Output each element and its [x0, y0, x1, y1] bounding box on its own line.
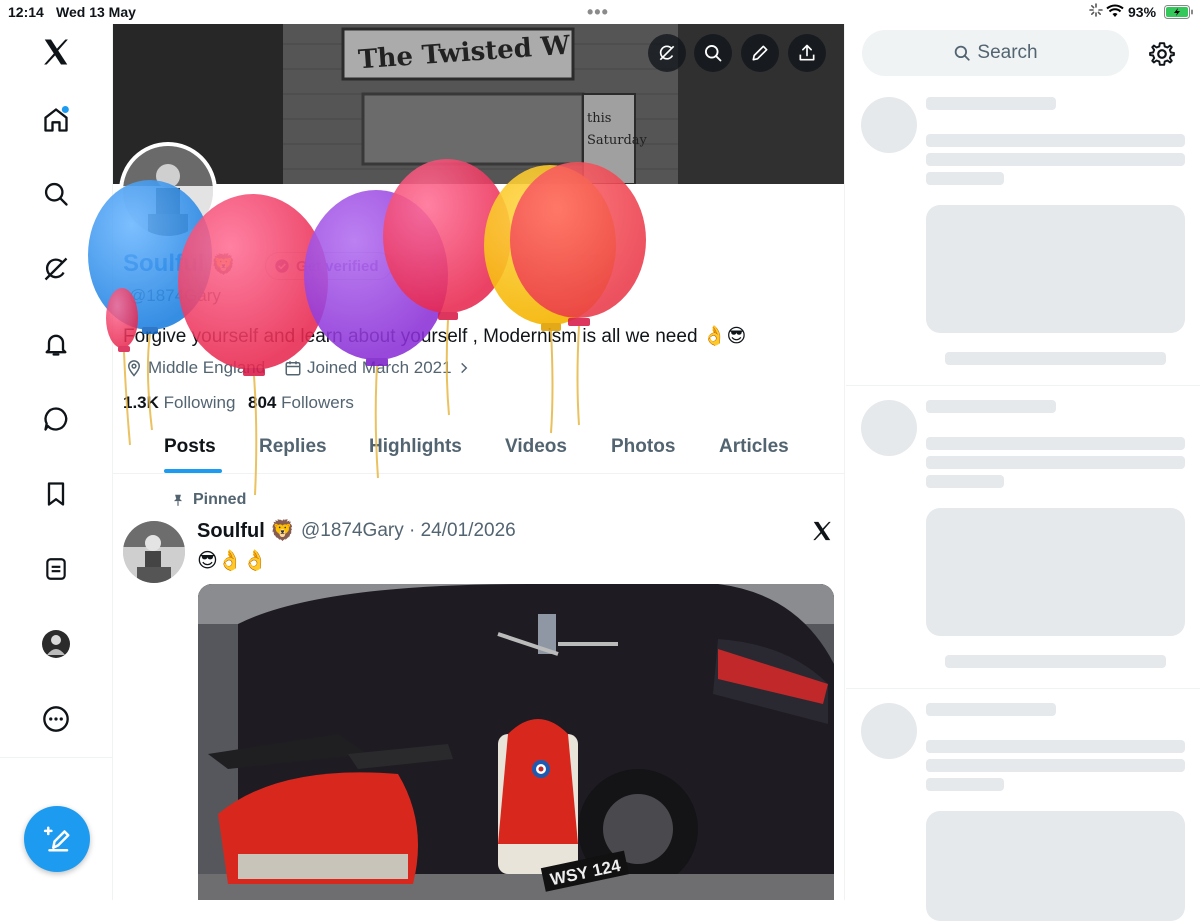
x-logo-icon[interactable]	[36, 32, 76, 72]
post-photo[interactable]: WSY 124	[198, 584, 834, 900]
skeleton-line	[926, 400, 1056, 413]
skeleton-avatar	[861, 400, 917, 456]
followers-label: Followers	[281, 393, 354, 412]
settings-gear-icon[interactable]	[1146, 38, 1178, 70]
skeleton-line	[926, 437, 1185, 450]
left-nav	[0, 24, 113, 900]
lists-icon[interactable]	[36, 549, 76, 589]
search-placeholder: Search	[977, 42, 1038, 63]
profile-avatar-large[interactable]	[119, 142, 217, 240]
tab-replies[interactable]: Replies	[259, 436, 327, 458]
skeleton-line	[926, 134, 1185, 147]
joined-text: Joined March 2021	[307, 358, 452, 377]
multitask-dots-icon[interactable]: •••	[587, 2, 609, 23]
skeleton-line	[926, 456, 1185, 469]
post-author-avatar[interactable]	[123, 521, 185, 583]
skeleton-line	[926, 703, 1056, 716]
skeleton-line	[926, 740, 1185, 753]
share-button[interactable]	[788, 34, 826, 72]
post-author-name[interactable]: Soulful 🦁	[197, 518, 295, 543]
location-text: Middle England	[148, 358, 266, 377]
more-icon[interactable]	[36, 699, 76, 739]
tab-photos[interactable]: Photos	[611, 436, 675, 458]
following-count: 1.3K	[123, 393, 159, 412]
status-date: Wed 13 May	[56, 4, 136, 20]
notifications-icon[interactable]	[36, 324, 76, 364]
profile-tabs: Posts Replies Highlights Videos Photos A…	[113, 424, 844, 474]
skeleton-media	[926, 811, 1185, 921]
profile-handle: @1874Gary	[129, 286, 221, 305]
grok-icon[interactable]	[36, 249, 76, 289]
skeleton-line	[945, 352, 1166, 365]
skeleton-divider	[846, 385, 1200, 386]
skeleton-avatar	[861, 97, 917, 153]
banner-board-text: this Saturday	[587, 111, 647, 148]
verified-badge-icon	[275, 259, 289, 273]
lion-emoji: 🦁	[211, 254, 236, 276]
right-sidebar: Search	[846, 24, 1200, 921]
active-tab-indicator	[164, 469, 222, 473]
search-icon[interactable]	[36, 174, 76, 214]
status-bar: 12:14 Wed 13 May ••• 93%	[0, 0, 1200, 24]
skeleton-line	[926, 759, 1185, 772]
tab-articles[interactable]: Articles	[719, 436, 789, 458]
post-x-logo-icon	[811, 520, 833, 547]
profile-banner: The Twisted W this Saturday	[113, 24, 844, 184]
skeleton-media	[926, 205, 1185, 333]
profile-bio: Forgive yourself and learn about yoursel…	[123, 326, 747, 347]
battery-icon	[1164, 5, 1194, 22]
skeleton-divider	[846, 688, 1200, 689]
compose-button[interactable]	[24, 806, 90, 872]
edit-button[interactable]	[741, 34, 779, 72]
home-icon[interactable]	[36, 100, 76, 140]
skeleton-line	[926, 172, 1004, 185]
wifi-icon	[1106, 4, 1124, 21]
post-meta: @1874Gary · 24/01/2026	[301, 520, 516, 541]
location-pin-icon	[127, 360, 141, 377]
search-bar[interactable]: Search	[862, 30, 1129, 76]
bookmarks-icon[interactable]	[36, 474, 76, 514]
following-label: Following	[163, 393, 236, 412]
calendar-icon	[285, 361, 301, 376]
skeleton-line	[926, 97, 1056, 110]
followers-link[interactable]: 804 Followers	[248, 393, 354, 413]
pinned-label: Pinned	[171, 491, 246, 509]
profile-avatar[interactable]	[36, 624, 76, 664]
search-icon	[955, 45, 971, 61]
messages-icon[interactable]	[36, 399, 76, 439]
skeleton-media	[926, 508, 1185, 636]
followers-count: 804	[248, 393, 277, 412]
chevron-right-icon	[460, 362, 467, 374]
profile-name-text: Soulful	[123, 250, 205, 277]
grok-banner-button[interactable]	[648, 34, 686, 72]
skeleton-line	[926, 475, 1004, 488]
tab-highlights[interactable]: Highlights	[369, 436, 462, 458]
get-verified-label: Get verified	[296, 257, 379, 275]
skeleton-line	[945, 655, 1166, 668]
pinned-text: Pinned	[193, 491, 247, 508]
loading-icon	[1089, 3, 1103, 20]
profile-name: Soulful 🦁	[123, 250, 236, 278]
status-time: 12:14	[8, 4, 44, 20]
nav-divider	[0, 757, 112, 758]
tab-posts[interactable]: Posts	[164, 436, 216, 458]
profile-joined[interactable]: Joined March 2021	[284, 358, 471, 378]
pin-icon	[173, 494, 183, 506]
post-text: 😎👌👌	[197, 550, 268, 572]
tab-videos[interactable]: Videos	[505, 436, 567, 458]
banner-search-button[interactable]	[694, 34, 732, 72]
battery-percent: 93%	[1128, 4, 1157, 20]
get-verified-button[interactable]: Get verified	[265, 252, 392, 280]
skeleton-line	[926, 153, 1185, 166]
following-link[interactable]: 1.3K Following	[123, 393, 235, 413]
skeleton-avatar	[861, 703, 917, 759]
profile-location: Middle England	[125, 358, 265, 378]
main-column: The Twisted W this Saturday Soulful 🦁 Ge…	[113, 24, 845, 900]
skeleton-line	[926, 778, 1004, 791]
